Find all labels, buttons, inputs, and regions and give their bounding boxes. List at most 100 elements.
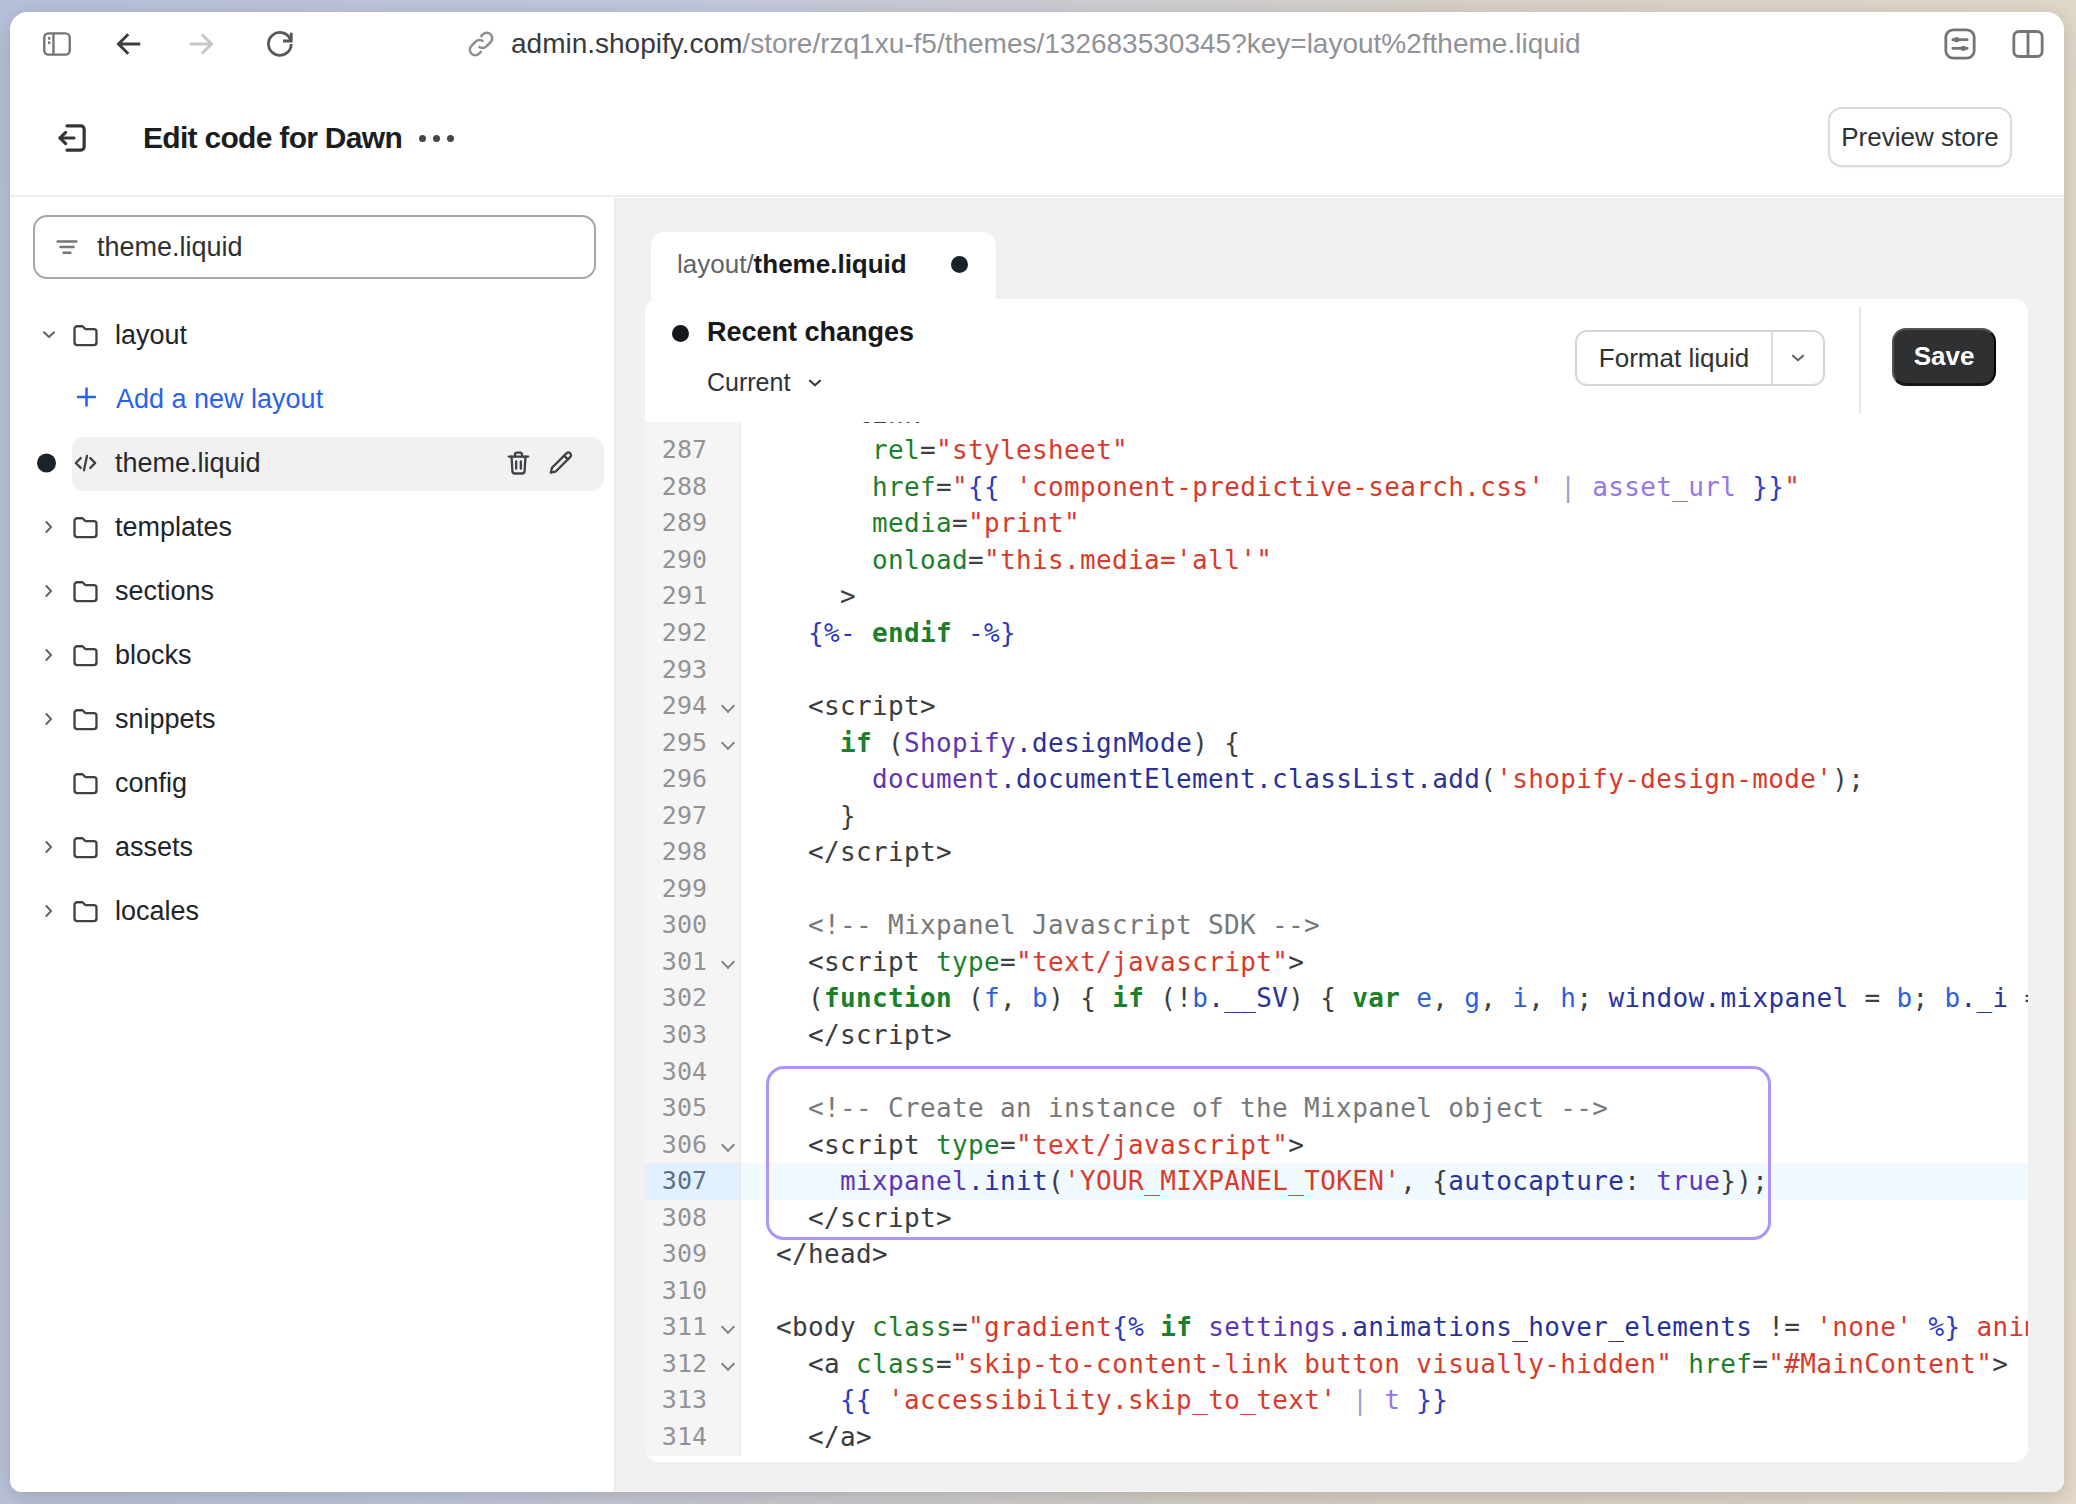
sidebar-item-theme-liquid[interactable]: theme.liquid [10, 437, 615, 489]
code-line-306[interactable]: 306 <script type="text/javascript"> [645, 1127, 2028, 1164]
sidebar-item-blocks[interactable]: blocks [10, 629, 615, 681]
code-line-295[interactable]: 295 if (Shopify.designMode) { [645, 725, 2028, 762]
code-line-312[interactable]: 312 <a class="skip-to-content-link butto… [645, 1346, 2028, 1383]
chevron-right-icon[interactable] [38, 708, 60, 730]
fold-chevron-icon[interactable] [721, 955, 735, 969]
url-text: admin.shopify.com/store/rzq1xu-f5/themes… [511, 28, 1581, 60]
code-line-287[interactable]: 287 rel="stylesheet" [645, 432, 2028, 469]
chevron-right-icon[interactable] [38, 900, 60, 922]
code-text: <script> [741, 688, 2028, 725]
code-line-289[interactable]: 289 media="print" [645, 505, 2028, 542]
more-actions-button[interactable] [408, 118, 464, 158]
code-text: {%- endif -%} [741, 615, 2028, 652]
code-line-303[interactable]: 303 </script> [645, 1017, 2028, 1054]
tab-theme-liquid[interactable]: layout/theme.liquid [651, 232, 996, 299]
sidebar-toggle-icon[interactable] [38, 12, 76, 76]
forward-icon[interactable] [182, 12, 220, 76]
gutter-cell: 288 [645, 469, 741, 506]
chevron-down-icon[interactable] [38, 324, 60, 346]
sidebar-item-label: templates [115, 512, 232, 543]
code-line-300[interactable]: 300 <!-- Mixpanel Javascript SDK --> [645, 907, 2028, 944]
code-line-299[interactable]: 299 [645, 871, 2028, 908]
code-line-311[interactable]: 311 <body class="gradient{% if settings.… [645, 1309, 2028, 1346]
editor-main: layout/theme.liquid Recent changes Curre… [615, 198, 2064, 1492]
code-line-293[interactable]: 293 [645, 652, 2028, 689]
exit-icon[interactable] [52, 118, 92, 158]
fold-chevron-icon[interactable] [721, 1138, 735, 1152]
chevron-right-icon[interactable] [38, 644, 60, 666]
code-line-294[interactable]: 294 <script> [645, 688, 2028, 725]
extensions-icon[interactable] [1938, 12, 1982, 76]
version-label: Current [707, 368, 790, 397]
code-text: </script> [741, 834, 2028, 871]
sidebar-item-locales[interactable]: locales [10, 885, 615, 937]
back-icon[interactable] [110, 12, 148, 76]
sidebar-item-sections[interactable]: sections [10, 565, 615, 617]
sidebar-item-assets[interactable]: assets [10, 821, 615, 873]
format-liquid-button[interactable]: Format liquid [1575, 330, 1825, 386]
gutter-cell: 286 [645, 422, 741, 432]
code-text [741, 871, 2028, 908]
code-line-302[interactable]: 302 (function (f, b) { if (!b.__SV) { va… [645, 980, 2028, 1017]
gutter-cell: 311 [645, 1309, 741, 1346]
sidebar-item-snippets[interactable]: snippets [10, 693, 615, 745]
code-line-308[interactable]: 308 </script> [645, 1200, 2028, 1237]
file-search-input[interactable]: theme.liquid [33, 215, 596, 279]
chevron-right-icon[interactable] [38, 836, 60, 858]
split-view-icon[interactable] [2006, 12, 2050, 76]
preview-store-button[interactable]: Preview store [1828, 107, 2012, 167]
line-number: 293 [662, 652, 707, 689]
code-line-314[interactable]: 314 </a> [645, 1419, 2028, 1456]
code-line-298[interactable]: 298 </script> [645, 834, 2028, 871]
reload-icon[interactable] [261, 12, 299, 76]
url-bar[interactable]: admin.shopify.com/store/rzq1xu-f5/themes… [465, 12, 1581, 76]
code-text: (function (f, b) { if (!b.__SV) { var e,… [741, 980, 2028, 1017]
version-dropdown[interactable]: Current [707, 368, 826, 397]
code-line-292[interactable]: 292 {%- endif -%} [645, 615, 2028, 652]
gutter-cell: 298 [645, 834, 741, 871]
code-line-297[interactable]: 297 } [645, 798, 2028, 835]
code-line-296[interactable]: 296 document.documentElement.classList.a… [645, 761, 2028, 798]
filter-icon [52, 232, 82, 262]
code-text: <body class="gradient{% if settings.anim… [741, 1309, 2028, 1346]
editor-card: Recent changes Current Format liquid Sav… [645, 299, 2028, 1462]
toolbar-separator [1859, 307, 1861, 414]
gutter-cell: 309 [645, 1236, 741, 1273]
sidebar-item-config[interactable]: config [10, 757, 615, 809]
code-line-304[interactable]: 304 [645, 1054, 2028, 1091]
code-line-288[interactable]: 288 href="{{ 'component-predictive-searc… [645, 469, 2028, 506]
delete-file-icon[interactable] [503, 448, 534, 479]
fold-chevron-icon[interactable] [721, 736, 735, 750]
code-editor[interactable]: 286 <link287 rel="stylesheet"288 href="{… [645, 422, 2028, 1462]
code-line-309[interactable]: 309 </head> [645, 1236, 2028, 1273]
sidebar-item-layout[interactable]: layout [10, 309, 615, 361]
gutter-cell: 294 [645, 688, 741, 725]
code-line-310[interactable]: 310 [645, 1273, 2028, 1310]
code-text: <a class="skip-to-content-link button vi… [741, 1346, 2028, 1383]
chevron-right-icon[interactable] [38, 516, 60, 538]
code-line-291[interactable]: 291 > [645, 578, 2028, 615]
rename-file-icon[interactable] [545, 448, 576, 479]
code-line-313[interactable]: 313 {{ 'accessibility.skip_to_text' | t … [645, 1382, 2028, 1419]
sidebar-item-templates[interactable]: templates [10, 501, 615, 553]
code-line-307[interactable]: 307 mixpanel.init('YOUR_MIXPANEL_TOKEN',… [645, 1163, 2028, 1200]
line-number: 286 [662, 422, 707, 432]
save-button[interactable]: Save [1892, 328, 1996, 386]
code-line-301[interactable]: 301 <script type="text/javascript"> [645, 944, 2028, 981]
folder-icon [70, 768, 101, 799]
fold-chevron-icon[interactable] [721, 699, 735, 713]
tab-modified-dot [951, 256, 968, 273]
format-dropdown-chevron[interactable] [1773, 332, 1823, 384]
tab-label: layout/theme.liquid [677, 232, 907, 296]
fold-chevron-icon[interactable] [721, 1320, 735, 1334]
line-number: 298 [662, 834, 707, 871]
sidebar-action-add-a-new-layout[interactable]: Add a new layout [10, 373, 615, 425]
fold-chevron-icon[interactable] [721, 1357, 735, 1371]
code-line-286[interactable]: 286 <link [645, 422, 2028, 432]
line-number: 307 [662, 1163, 707, 1200]
code-line-290[interactable]: 290 onload="this.media='all'" [645, 542, 2028, 579]
code-line-305[interactable]: 305 <!-- Create an instance of the Mixpa… [645, 1090, 2028, 1127]
editor-toolbar: Recent changes Current Format liquid Sav… [645, 299, 2028, 422]
sidebar-item-label: theme.liquid [115, 448, 261, 479]
chevron-right-icon[interactable] [38, 580, 60, 602]
